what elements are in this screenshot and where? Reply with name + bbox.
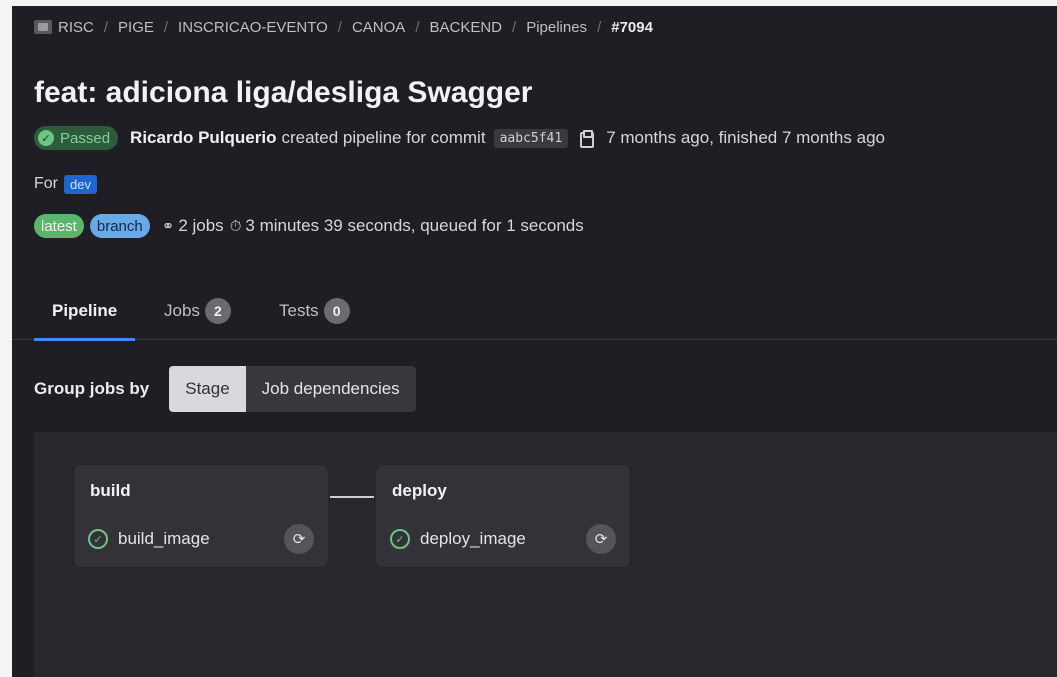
breadcrumb: RISC / PIGE / INSCRICAO-EVENTO / CANOA /… — [34, 16, 653, 38]
branch-badge: branch — [89, 214, 150, 238]
check-circle-icon: ✓ — [88, 529, 108, 549]
breadcrumb-separator: / — [597, 18, 602, 36]
retry-icon[interactable]: ⟳ — [586, 524, 616, 554]
stage-name: deploy — [392, 481, 447, 500]
breadcrumb-separator: / — [415, 18, 420, 36]
breadcrumb-separator: / — [512, 18, 517, 36]
group-jobs-row: Group jobs by Stage Job dependencies — [34, 366, 416, 412]
check-circle-icon: ✓ — [390, 529, 410, 549]
tab-label: Jobs — [164, 301, 200, 320]
breadcrumb-current: #7094 — [611, 18, 653, 36]
tab-label: Tests — [279, 301, 319, 320]
copy-clipboard-icon[interactable] — [580, 130, 595, 148]
status-label: Passed — [60, 129, 111, 147]
time-text: 7 months ago, finished 7 months ago — [606, 128, 885, 147]
pipeline-graph: build ✓ build_image ⟳ deploy ✓ deploy_im… — [34, 432, 1057, 677]
tests-count-badge: 0 — [323, 298, 350, 324]
group-by-stage-button[interactable]: Stage — [169, 366, 246, 412]
jobs-count-text: 2 jobs — [178, 216, 224, 235]
retry-icon[interactable]: ⟳ — [284, 524, 314, 554]
group-by-dependencies-button[interactable]: Job dependencies — [245, 366, 416, 412]
pipeline-tabs: Pipeline Jobs 2 Tests 0 — [12, 282, 1057, 341]
pipeline-jobs-icon: ⚭ — [161, 218, 175, 235]
breadcrumb-separator: / — [163, 18, 169, 36]
duration-text: 3 minutes 39 seconds, queued for 1 secon… — [245, 216, 584, 235]
breadcrumb-risc[interactable]: RISC — [58, 19, 94, 36]
tab-pipeline[interactable]: Pipeline — [33, 282, 136, 341]
stage-deploy: deploy ✓ deploy_image ⟳ — [376, 465, 630, 567]
job-name: build_image — [118, 529, 210, 548]
action-text: created pipeline for commit — [281, 128, 486, 147]
stage-name: build — [90, 481, 131, 500]
breadcrumb-pipelines[interactable]: Pipelines — [526, 19, 587, 36]
breadcrumb-separator: / — [103, 18, 109, 36]
pipeline-page: RISC / PIGE / INSCRICAO-EVENTO / CANOA /… — [12, 6, 1057, 677]
group-jobs-toggle: Stage Job dependencies — [169, 366, 416, 412]
breadcrumb-canoa[interactable]: CANOA — [352, 19, 405, 36]
check-circle-icon: ✓ — [38, 130, 54, 146]
job-build-image[interactable]: ✓ build_image ⟳ — [88, 523, 314, 555]
breadcrumb-pige[interactable]: PIGE — [118, 19, 154, 36]
page-title: feat: adiciona liga/desliga Swagger — [34, 76, 533, 109]
pipeline-meta: ✓ Passed Ricardo Pulquerio created pipel… — [34, 124, 885, 152]
jobs-count-badge: 2 — [204, 298, 231, 324]
for-ref-line: For dev — [34, 172, 97, 196]
breadcrumb-backend[interactable]: BACKEND — [429, 19, 502, 36]
breadcrumb-separator: / — [337, 18, 342, 36]
group-avatar-icon — [34, 20, 52, 34]
tab-jobs[interactable]: Jobs 2 — [164, 282, 231, 340]
stage-connector — [330, 496, 374, 498]
group-jobs-label: Group jobs by — [34, 379, 150, 398]
author-link[interactable]: Ricardo Pulquerio — [130, 128, 276, 148]
commit-sha-link[interactable]: aabc5f41 — [493, 128, 569, 148]
breadcrumb-inscricao-evento[interactable]: INSCRICAO-EVENTO — [178, 19, 328, 36]
clock-icon: ⏱ — [229, 217, 242, 235]
for-label: For — [34, 175, 58, 192]
status-badge[interactable]: ✓ Passed — [34, 126, 119, 150]
stage-build: build ✓ build_image ⟳ — [74, 465, 328, 567]
pipeline-tags: latest branch ⚭ 2 jobs ⏱ 3 minutes 39 se… — [34, 212, 584, 240]
job-name: deploy_image — [420, 529, 526, 548]
tab-tests[interactable]: Tests 0 — [279, 282, 350, 340]
ref-badge[interactable]: dev — [64, 174, 97, 194]
job-deploy-image[interactable]: ✓ deploy_image ⟳ — [390, 523, 616, 555]
latest-badge: latest — [34, 214, 84, 238]
tab-label: Pipeline — [52, 301, 118, 320]
